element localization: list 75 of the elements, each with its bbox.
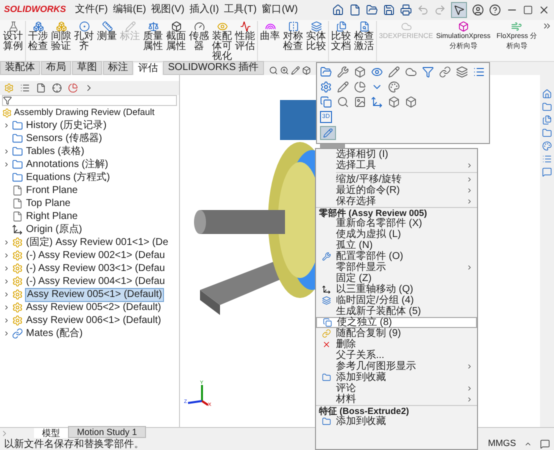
tree-item[interactable]: Assy Review 005<1> (Default) [25, 288, 164, 302]
tree-item[interactable]: Annotations (注解) [25, 158, 110, 170]
tree-item[interactable]: Assy Review 006<1> (Default) [25, 314, 162, 326]
context-menu-item[interactable]: 孤立 (N) [316, 240, 477, 251]
context-menu-item[interactable]: 选择工具 [316, 160, 477, 171]
ribbon-tab[interactable]: 装配体 [0, 61, 40, 75]
context-menu-item[interactable]: 使之独立 (8) [316, 317, 477, 328]
tree-item[interactable]: (-) Assy Review 002<1> (Defau [25, 250, 166, 262]
context-menu-item[interactable]: 固定 (Z) [316, 273, 477, 284]
tree-item[interactable]: Front Plane [25, 184, 79, 196]
tree-item[interactable]: Top Plane [25, 198, 72, 210]
ribbon-button[interactable]: 曲率 [259, 21, 281, 42]
ribbon-tab[interactable]: 评估 [134, 63, 162, 75]
context-menu-item[interactable]: 重新命名零部件 (X) [316, 218, 477, 229]
context-menu-item[interactable]: 使成为虚拟 (L) [316, 229, 477, 240]
context-menu-item[interactable]: 材料 [316, 394, 477, 405]
menu-item[interactable]: 视图(V) [151, 4, 184, 16]
context-menu-item[interactable]: 随配合复制 (9) [316, 328, 477, 339]
status-message: 以新文件名保存和替换零部件。 [4, 438, 144, 450]
ribbon-button[interactable]: 孔对齐 [73, 21, 95, 52]
context-menu-item[interactable]: 选择相切 (I) [316, 149, 477, 160]
tree-item[interactable]: Origin (原点) [25, 224, 84, 236]
ribbon-tab[interactable]: 布局 [41, 61, 71, 75]
context-menu-item[interactable]: 最近的命令(R) [316, 185, 477, 196]
context-menu-item[interactable]: 以三重轴移动 (Q) [316, 284, 477, 295]
context-menu-item[interactable]: 缩放/平移/旋转 [316, 174, 477, 185]
ribbon-button[interactable]: 测量 [96, 21, 118, 42]
menu-item[interactable]: 文件(F) [75, 4, 108, 16]
tree-item[interactable]: Right Plane [25, 210, 79, 222]
ribbon-button[interactable]: 检查激活 [353, 21, 375, 52]
ribbon-tab[interactable]: SOLIDWORKS 插件 [163, 61, 264, 75]
menu-item[interactable]: 插入(I) [189, 4, 219, 16]
context-menu-item[interactable]: 删除 [316, 339, 477, 350]
ribbon-button[interactable]: 截面属性 [165, 21, 187, 52]
ribbon-button[interactable]: 间隙验证 [50, 21, 72, 52]
tree-item[interactable]: (固定) Assy Review 001<1> (De [25, 236, 170, 248]
context-menu-item[interactable]: 生成新子装配体 (5) [316, 306, 477, 317]
units-label[interactable]: MMGS [488, 437, 516, 450]
context-menu-item[interactable]: 添加到收藏 [316, 416, 477, 427]
tree-item[interactable]: (-) Assy Review 003<1> (Defau [25, 262, 166, 274]
menu-section-header: 零部件 (Assy Review 005) [316, 207, 477, 218]
tree-item[interactable]: History (历史记录) [25, 120, 108, 132]
ribbon-button[interactable]: 传感器 [188, 21, 210, 52]
ribbon-button[interactable]: 性能评估 [234, 21, 256, 52]
context-menu-item[interactable]: 零部件显示 [316, 262, 477, 273]
context-menu-item[interactable]: 保存选择 [316, 196, 477, 207]
menu-item[interactable]: 编辑(E) [112, 4, 146, 16]
menu-section-header: 特征 (Boss-Extrude2) [316, 405, 477, 416]
context-menu-item[interactable]: 评论 [316, 383, 477, 394]
bottom-tab[interactable]: Motion Study 1 [68, 426, 146, 438]
ribbon-button[interactable]: 干涉检查 [27, 21, 49, 52]
bottom-tab[interactable]: 模型 [34, 428, 68, 438]
tree-root[interactable]: Assembly Drawing Review (Default [14, 106, 155, 120]
ribbon-button[interactable]: 质量属性 [142, 21, 164, 52]
ribbon-tab[interactable]: 标注 [103, 61, 133, 75]
ribbon-button[interactable]: 比较文档 [330, 21, 352, 52]
tree-item[interactable]: (-) Assy Review 004<1> (Defau [25, 276, 166, 288]
tree-item[interactable]: Assy Review 005<2> (Default) [25, 302, 162, 314]
menu-item[interactable]: 窗口(W) [262, 4, 298, 16]
ribbon-button[interactable]: 实体比较 [305, 21, 327, 52]
ribbon-tab[interactable]: 草图 [72, 61, 102, 75]
menu-item[interactable]: 工具(T) [224, 4, 257, 16]
context-menu-item[interactable]: 配置零部件 (O) [316, 251, 477, 262]
tree-item[interactable]: Mates (配合) [25, 328, 84, 340]
tree-item[interactable]: Sensors (传感器) [25, 132, 104, 144]
context-menu-item[interactable]: 添加到收藏 [316, 372, 477, 383]
ribbon-button[interactable]: 对称检查 [282, 21, 304, 52]
context-menu-item[interactable]: 父子关系... [316, 350, 477, 361]
ribbon-button[interactable]: 设计算例 [2, 21, 24, 52]
context-menu-item[interactable]: 临时固定/分组 (4) [316, 295, 477, 306]
ribbon-button[interactable]: 装配体可视化 [211, 21, 233, 62]
tree-item[interactable]: Equations (方程式) [25, 172, 111, 184]
context-menu-item[interactable]: 参考几何图形显示 [316, 361, 477, 372]
tree-item[interactable]: Tables (表格) [25, 146, 86, 158]
app-logo: SOLIDWORKS [4, 3, 67, 16]
